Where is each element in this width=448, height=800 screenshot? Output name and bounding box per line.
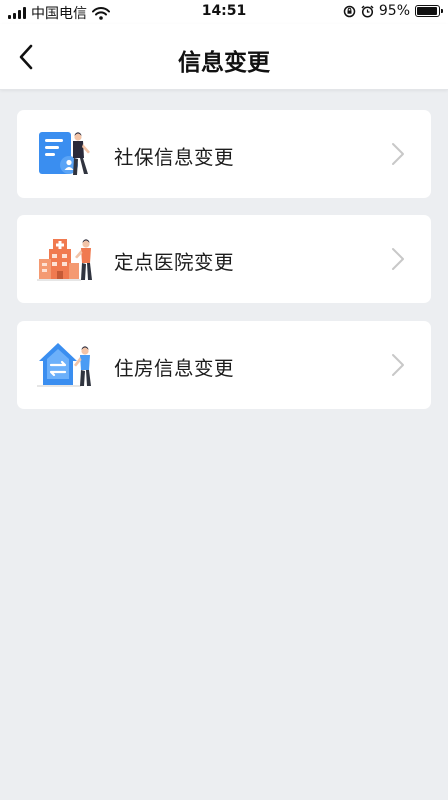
chevron-right-icon [392,354,404,376]
hospital-icon [37,239,92,281]
battery-percent: 95% [378,3,410,19]
alarm-icon [361,4,374,18]
page-title: 信息变更 [178,50,270,76]
battery-icon [415,5,443,17]
status-right: 95% [343,3,443,19]
menu-item-hospital-change[interactable]: 定点医院变更 [17,215,431,303]
menu-item-social-security-change[interactable]: 社保信息变更 [17,110,431,198]
menu-item-housing-change[interactable]: 住房信息变更 [17,321,431,409]
chevron-right-icon [392,248,404,270]
status-bar: 中国电信 14:51 95% [0,0,448,24]
menu-item-label: 定点医院变更 [114,251,235,274]
rotation-lock-icon [343,5,356,17]
nav-bar: 信息变更 [0,24,448,90]
house-exchange-icon [37,343,91,387]
battery-level [417,7,437,15]
chevron-right-icon [392,143,404,165]
menu-item-label: 住房信息变更 [114,357,235,380]
menu-item-label: 社保信息变更 [114,146,235,169]
social-security-document-icon [39,132,90,175]
